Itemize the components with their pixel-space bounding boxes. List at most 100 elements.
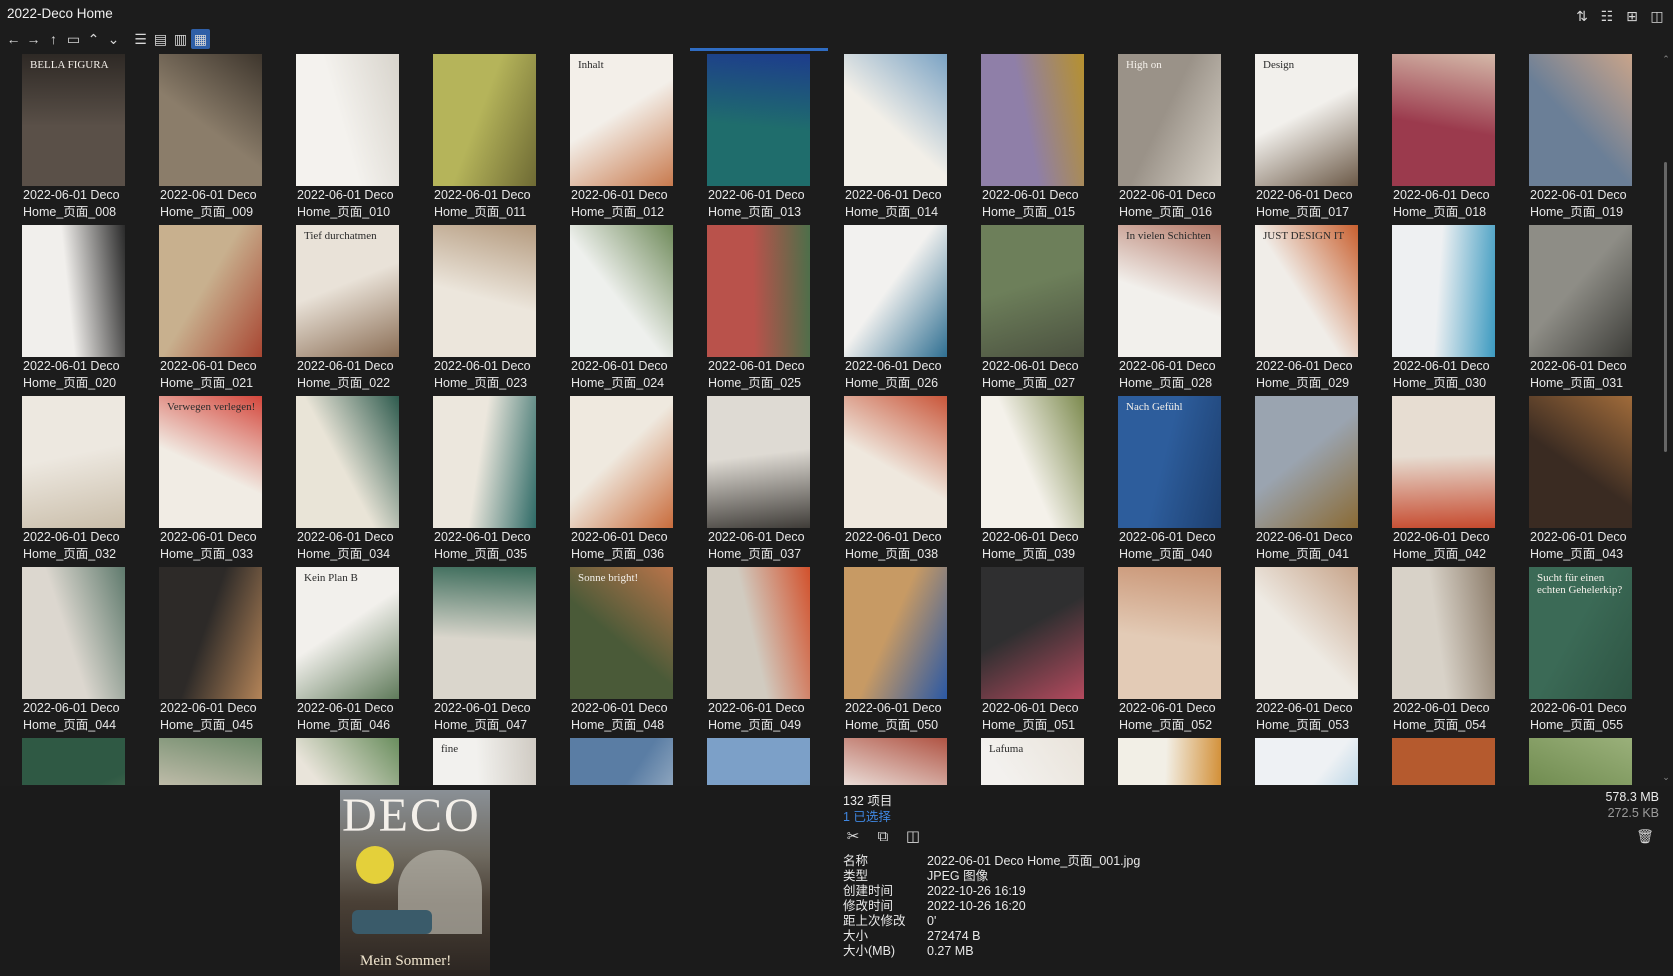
file-thumbnail[interactable]: [844, 225, 947, 357]
file-thumbnail[interactable]: BELLA FIGURA: [22, 54, 125, 186]
file-item[interactable]: 2022-06-01 Deco Home_页面_026: [840, 225, 977, 396]
file-item[interactable]: 2022-06-01 Deco Home_页面_011: [429, 54, 566, 225]
file-thumbnail[interactable]: [981, 396, 1084, 528]
file-item[interactable]: Kein Plan B 2022-06-01 Deco Home_页面_046: [292, 567, 429, 738]
file-thumbnail[interactable]: [1392, 567, 1495, 699]
file-thumbnail[interactable]: [1392, 738, 1495, 785]
file-item[interactable]: 2022-06-01 Deco Home_页面_044: [18, 567, 155, 738]
copy-icon[interactable]: ⧉: [873, 826, 893, 846]
file-item[interactable]: 2022-06-01 Deco Home_页面_036: [566, 396, 703, 567]
file-thumbnail[interactable]: [844, 567, 947, 699]
scroll-thumb[interactable]: [1664, 162, 1667, 452]
file-item[interactable]: BELLA FIGURA 2022-06-01 Deco Home_页面_008: [18, 54, 155, 225]
new-folder-icon[interactable]: ▭: [64, 29, 83, 49]
compare-icon[interactable]: ◫: [903, 826, 923, 846]
file-thumbnail[interactable]: [1529, 54, 1632, 186]
file-item[interactable]: [566, 738, 703, 785]
file-item[interactable]: 2022-06-01 Deco Home_页面_043: [1525, 396, 1650, 567]
sort-icon[interactable]: ⇅: [1572, 6, 1592, 26]
file-item[interactable]: Design 2022-06-01 Deco Home_页面_017: [1251, 54, 1388, 225]
file-thumbnail[interactable]: [1255, 567, 1358, 699]
file-item[interactable]: 2022-06-01 Deco Home_页面_052: [1114, 567, 1251, 738]
file-thumbnail[interactable]: High on: [1118, 54, 1221, 186]
file-thumbnail[interactable]: Lafuma: [981, 738, 1084, 785]
file-item[interactable]: 2022-06-01 Deco Home_页面_015: [977, 54, 1114, 225]
file-item[interactable]: 2022-06-01 Deco Home_页面_018: [1388, 54, 1525, 225]
file-thumbnail[interactable]: [1255, 396, 1358, 528]
file-thumbnail[interactable]: [844, 54, 947, 186]
file-item[interactable]: [840, 738, 977, 785]
file-thumbnail[interactable]: [1392, 396, 1495, 528]
file-item[interactable]: 2022-06-01 Deco Home_页面_051: [977, 567, 1114, 738]
file-item[interactable]: [1114, 738, 1251, 785]
file-thumbnail[interactable]: [159, 225, 262, 357]
file-item[interactable]: 2022-06-01 Deco Home_页面_025: [703, 225, 840, 396]
file-thumbnail[interactable]: [22, 225, 125, 357]
file-thumbnail[interactable]: [1118, 567, 1221, 699]
image-preview[interactable]: DECO Mein Sommer!: [340, 790, 490, 976]
file-thumbnail[interactable]: [1392, 225, 1495, 357]
scroll-up-icon[interactable]: ⌃: [1661, 54, 1671, 64]
file-item[interactable]: 2022-06-01 Deco Home_页面_019: [1525, 54, 1650, 225]
scroll-down-icon[interactable]: ⌄: [1661, 772, 1671, 782]
file-thumbnail[interactable]: [844, 738, 947, 785]
tree-view-icon[interactable]: ☷: [1597, 6, 1617, 26]
file-thumbnail[interactable]: [22, 396, 125, 528]
chevron-up-icon[interactable]: ⌃: [84, 29, 103, 49]
file-thumbnail[interactable]: [1529, 738, 1632, 785]
file-thumbnail[interactable]: [570, 225, 673, 357]
file-thumbnail[interactable]: [159, 54, 262, 186]
file-item[interactable]: JUST DESIGN IT 2022-06-01 Deco Home_页面_029: [1251, 225, 1388, 396]
file-item[interactable]: fine: [429, 738, 566, 785]
file-thumbnail[interactable]: [707, 225, 810, 357]
file-item[interactable]: 2022-06-01 Deco Home_页面_023: [429, 225, 566, 396]
file-item[interactable]: 2022-06-01 Deco Home_页面_030: [1388, 225, 1525, 396]
file-thumbnail[interactable]: [159, 567, 262, 699]
file-item[interactable]: 2022-06-01 Deco Home_页面_032: [18, 396, 155, 567]
file-thumbnail[interactable]: [707, 567, 810, 699]
file-item[interactable]: In vielen Schichten 2022-06-01 Deco Home_页…: [1114, 225, 1251, 396]
file-item[interactable]: [18, 738, 155, 785]
file-thumbnail[interactable]: [296, 738, 399, 785]
file-item[interactable]: [1388, 738, 1525, 785]
file-thumbnail[interactable]: [707, 396, 810, 528]
file-thumbnail[interactable]: [433, 54, 536, 186]
layout-icon[interactable]: ◫: [1647, 6, 1667, 26]
forward-icon[interactable]: →: [24, 29, 43, 49]
file-thumbnail[interactable]: Nach Gefühl: [1118, 396, 1221, 528]
file-item[interactable]: 2022-06-01 Deco Home_页面_042: [1388, 396, 1525, 567]
file-thumbnail[interactable]: [981, 225, 1084, 357]
file-thumbnail[interactable]: JUST DESIGN IT: [1255, 225, 1358, 357]
back-icon[interactable]: ←: [4, 29, 23, 49]
file-thumbnail[interactable]: [707, 54, 810, 186]
file-thumbnail[interactable]: [844, 396, 947, 528]
file-item[interactable]: 2022-06-01 Deco Home_页面_009: [155, 54, 292, 225]
delete-icon[interactable]: 🗑: [1635, 826, 1655, 846]
file-item[interactable]: 2022-06-01 Deco Home_页面_038: [840, 396, 977, 567]
file-item[interactable]: 2022-06-01 Deco Home_页面_020: [18, 225, 155, 396]
file-thumbnail[interactable]: [1118, 738, 1221, 785]
cut-icon[interactable]: ✂: [843, 826, 863, 846]
file-item[interactable]: 2022-06-01 Deco Home_页面_037: [703, 396, 840, 567]
file-item[interactable]: 2022-06-01 Deco Home_页面_024: [566, 225, 703, 396]
file-item[interactable]: 2022-06-01 Deco Home_页面_050: [840, 567, 977, 738]
up-icon[interactable]: ↑: [44, 29, 63, 49]
file-thumbnail[interactable]: [22, 738, 125, 785]
file-item[interactable]: Lafuma: [977, 738, 1114, 785]
file-thumbnail[interactable]: [707, 738, 810, 785]
file-item[interactable]: 2022-06-01 Deco Home_页面_014: [840, 54, 977, 225]
file-item[interactable]: [1251, 738, 1388, 785]
file-thumbnail[interactable]: In vielen Schichten: [1118, 225, 1221, 357]
file-item[interactable]: [1525, 738, 1650, 785]
file-thumbnail[interactable]: Tief durchatmen: [296, 225, 399, 357]
file-item[interactable]: 2022-06-01 Deco Home_页面_041: [1251, 396, 1388, 567]
file-thumbnail[interactable]: [433, 225, 536, 357]
details-view-icon[interactable]: ▤: [151, 29, 170, 49]
file-item[interactable]: 2022-06-01 Deco Home_页面_010: [292, 54, 429, 225]
selected-count[interactable]: 1 已选择: [843, 806, 891, 825]
grid-view-icon[interactable]: ▦: [191, 29, 210, 49]
file-thumbnail[interactable]: [570, 396, 673, 528]
file-item[interactable]: 2022-06-01 Deco Home_页面_049: [703, 567, 840, 738]
file-item[interactable]: Inhalt 2022-06-01 Deco Home_页面_012: [566, 54, 703, 225]
file-item[interactable]: 2022-06-01 Deco Home_页面_031: [1525, 225, 1650, 396]
